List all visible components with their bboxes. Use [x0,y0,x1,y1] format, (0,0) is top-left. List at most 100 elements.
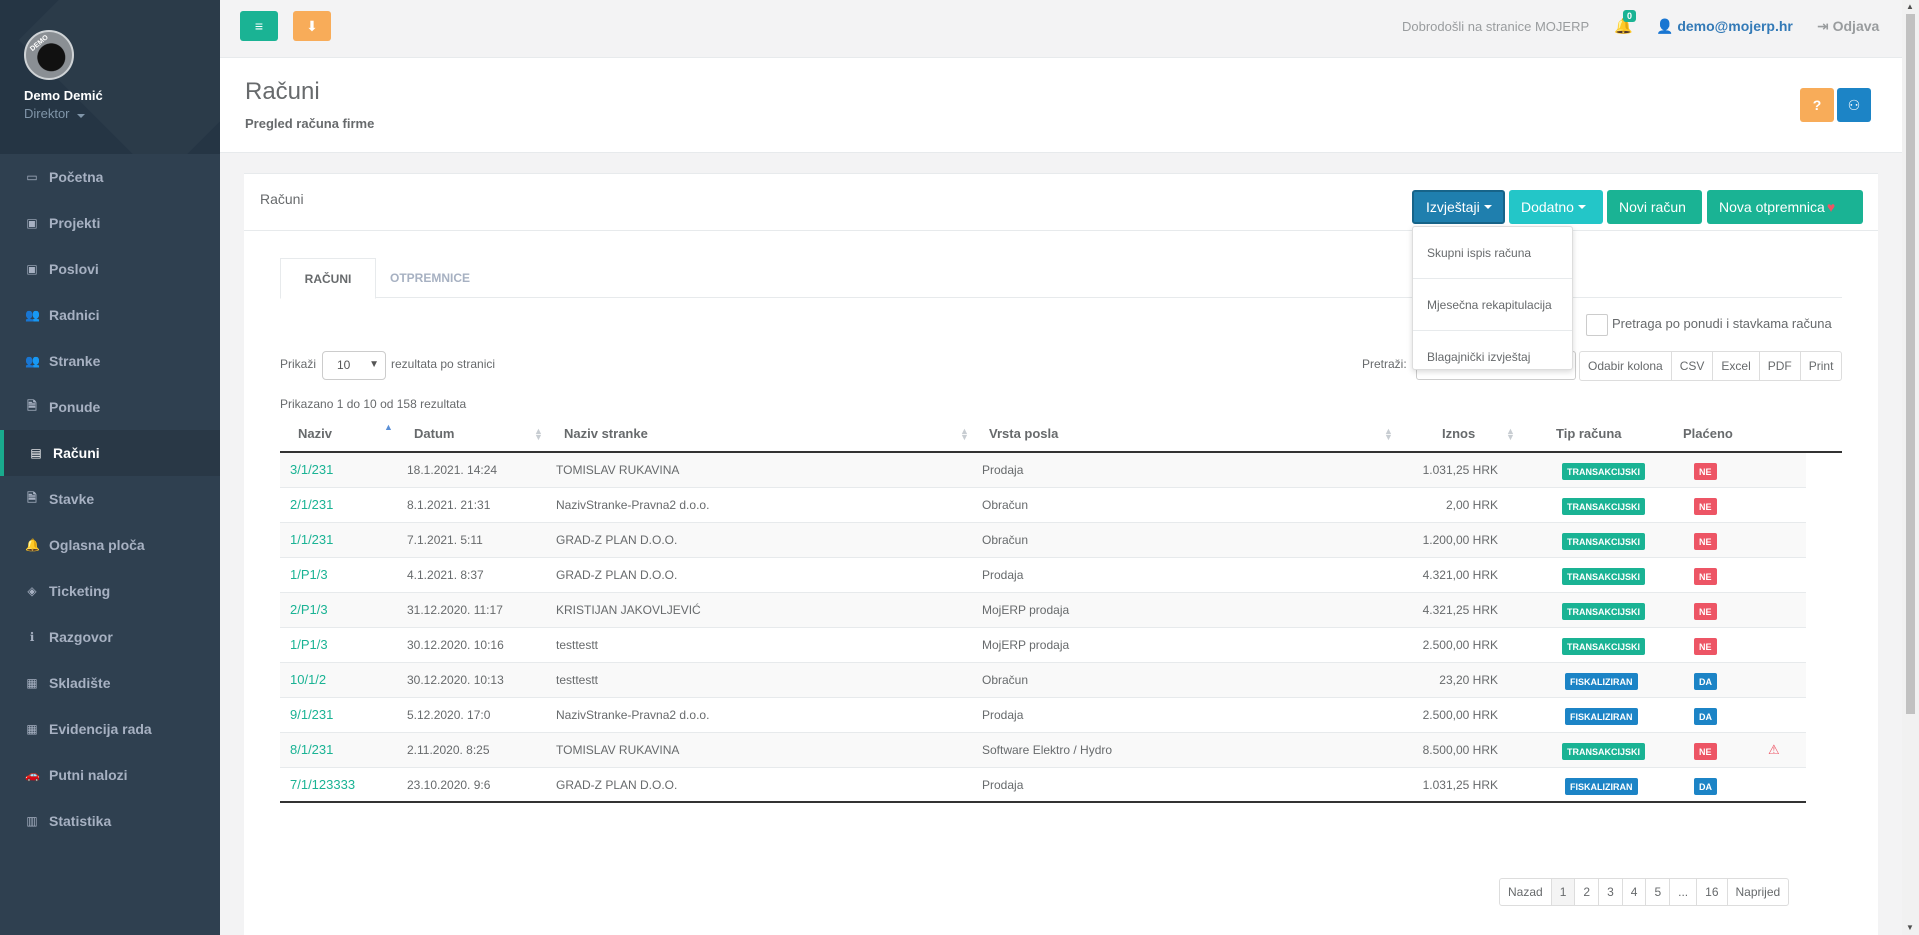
menu-toggle-button[interactable]: ≡ [240,11,278,41]
page-subtitle: Pregled računa firme [245,116,375,131]
sidebar-item-label: Poslovi [49,261,99,277]
sidebar-item-poslovi[interactable]: ▣ Poslovi [0,246,220,292]
invoice-number-link[interactable]: 8/1/231 [290,742,333,757]
new-delivery-note-button[interactable]: Nova otpremnica ♥ [1707,190,1863,224]
sidebar-item-label: Računi [53,445,100,461]
client-name: NazivStranke-Pravna2 d.o.o. [556,498,710,512]
invoice-type-badge: TRANSAKCIJSKI [1562,638,1646,655]
sidebar-item-ponude[interactable]: 🗎 Ponude [0,384,220,430]
invoice-number-link[interactable]: 2/P1/3 [290,602,328,617]
help-button[interactable]: ? [1800,88,1834,122]
print-button[interactable]: Print [1801,352,1842,380]
header-naziv-stranke[interactable]: Naziv stranke [564,426,648,441]
invoice-amount: 1.200,00 HRK [1422,533,1498,547]
reports-dropdown-button[interactable]: Izvještaji [1412,190,1505,224]
job-type: Prodaja [982,568,1024,582]
scrollbar-thumb[interactable] [1906,14,1915,714]
invoice-number-link[interactable]: 1/P1/3 [290,637,328,652]
pagination-prev[interactable]: Nazad [1500,879,1552,905]
sidebar-item-stavke[interactable]: 🗎 Stavke [0,476,220,522]
invoice-number-link[interactable]: 10/1/2 [290,672,326,687]
scroll-down-icon[interactable]: ▼ [1906,923,1914,932]
header-iznos[interactable]: Iznos [1442,426,1475,441]
sidebar-item-ticketing[interactable]: ◈ Ticketing [0,568,220,614]
pagination-page[interactable]: 3 [1599,879,1623,905]
avatar[interactable]: DEMO [24,30,74,80]
invoice-number-link[interactable]: 1/P1/3 [290,567,328,582]
invoice-amount: 8.500,00 HRK [1422,743,1498,757]
invoice-number-link[interactable]: 3/1/231 [290,462,333,477]
sidebar-item-računi[interactable]: ▤ Računi [0,430,220,476]
sidebar-item-radnici[interactable]: 👥 Radnici [0,292,220,338]
topbar: ≡ ⬇ Dobrodošli na stranice MOJERP 🔔 0 👤 … [220,0,1902,58]
user-email-link[interactable]: 👤 demo@mojerp.hr [1656,18,1793,35]
pagination-page: ... [1670,879,1698,905]
sidebar-item-evidencija-rada[interactable]: ▦ Evidencija rada [0,706,220,752]
job-type: Obračun [982,533,1029,547]
sidebar-item-skladište[interactable]: ▦ Skladište [0,660,220,706]
dropdown-item-bulk-print[interactable]: Skupni ispis računa [1413,227,1572,279]
page-size-select[interactable]: 10 ▼ [322,351,386,380]
scroll-up-icon[interactable]: ▲ [1906,2,1914,11]
pagination-next[interactable]: Naprijed [1728,879,1789,905]
logout-link[interactable]: ⇥ Odjava [1817,18,1879,35]
invoice-number-link[interactable]: 1/1/231 [290,532,333,547]
invoice-date: 23.10.2020. 9:6 [407,778,491,792]
pagination-page[interactable]: 1 [1551,879,1576,905]
pagination-page[interactable]: 4 [1623,879,1647,905]
sidebar-item-početna[interactable]: ▭ Početna [0,154,220,200]
paid-status-badge: NE [1694,638,1717,655]
download-button[interactable]: ⬇ [293,11,331,41]
bell-icon: 🔔 [25,538,40,552]
pagination-page[interactable]: 5 [1646,879,1671,905]
sidebar-item-oglasna-ploča[interactable]: 🔔 Oglasna ploča [0,522,220,568]
sidebar-item-statistika[interactable]: ▥ Statistika [0,798,220,844]
invoice-number-link[interactable]: 2/1/231 [290,497,333,512]
pdf-button[interactable]: PDF [1760,352,1801,380]
table-row: 8/1/231 2.11.2020. 8:25 TOMISLAV RUKAVINA S… [280,733,1806,768]
csv-button[interactable]: CSV [1672,352,1714,380]
pagination-page[interactable]: 2 [1575,879,1600,905]
search-items-checkbox[interactable] [1586,314,1608,336]
table-row: 9/1/231 5.12.2020. 17:0 NazivStranke-Pravn… [280,698,1806,733]
paid-status-badge: NE [1694,603,1717,620]
client-name: TOMISLAV RUKAVINA [556,743,680,757]
header-naziv[interactable]: Naziv [298,426,332,441]
header-tip-racuna[interactable]: Tip računa [1556,426,1622,441]
sidebar-item-putni-nalozi[interactable]: 🚗 Putni nalozi [0,752,220,798]
column-picker-button[interactable]: Odabir kolona [1580,352,1672,380]
table-row: 7/1/123333 23.10.2020. 9:6 GRAD-Z PLAN D.O… [280,768,1806,803]
sidebar-item-label: Razgovor [49,629,113,645]
chevron-down-icon: ▼ [369,359,379,370]
warning-icon[interactable]: ⚠ [1768,742,1780,758]
header-datum[interactable]: Datum [414,426,454,441]
pagination-page[interactable]: 16 [1697,879,1728,905]
profile-role-dropdown[interactable]: Direktor [24,106,220,121]
page-scrollbar[interactable]: ▲ ▼ [1902,0,1919,935]
profile-settings-button[interactable]: ⚇ [1837,88,1871,122]
dropdown-item-monthly-recap[interactable]: Mjesečna rekapitulacija [1413,279,1572,331]
sidebar-item-stranke[interactable]: 👥 Stranke [0,338,220,384]
tab-otpremnice[interactable]: OTPREMNICE [376,258,484,298]
excel-button[interactable]: Excel [1713,352,1760,380]
invoice-amount: 23,20 HRK [1439,673,1498,687]
header-vrsta-posla[interactable]: Vrsta posla [989,426,1058,441]
table-row: 1/P1/3 4.1.2021. 8:37 GRAD-Z PLAN D.O.O. Pr… [280,558,1806,593]
job-type: MojERP prodaja [982,603,1070,617]
tab-racuni[interactable]: RAČUNI [280,258,376,299]
sidebar-item-label: Skladište [49,675,111,691]
invoice-number-link[interactable]: 9/1/231 [290,707,333,722]
download-icon: ⬇ [306,17,318,34]
sidebar: DEMO Demo Demić Direktor ▭ Početna ▣ Projek… [0,0,220,935]
header-placeno[interactable]: Plaćeno [1683,426,1733,441]
invoice-number-link[interactable]: 7/1/123333 [290,777,355,792]
new-invoice-button[interactable]: Novi račun [1607,190,1702,224]
sidebar-item-razgovor[interactable]: ℹ Razgovor [0,614,220,660]
sidebar-item-projekti[interactable]: ▣ Projekti [0,200,220,246]
sidebar-nav: ▭ Početna ▣ Projekti ▣ Poslovi 👥 Radnici 👥 Strank… [0,154,220,844]
car-icon: 🚗 [25,768,40,782]
dropdown-item-cash-report[interactable]: Blagajnički izvještaj [1413,331,1572,383]
additional-dropdown-button[interactable]: Dodatno [1509,190,1603,224]
invoice-type-badge: TRANSAKCIJSKI [1562,498,1646,515]
sort-icon: ▲ ▼ [534,426,543,442]
